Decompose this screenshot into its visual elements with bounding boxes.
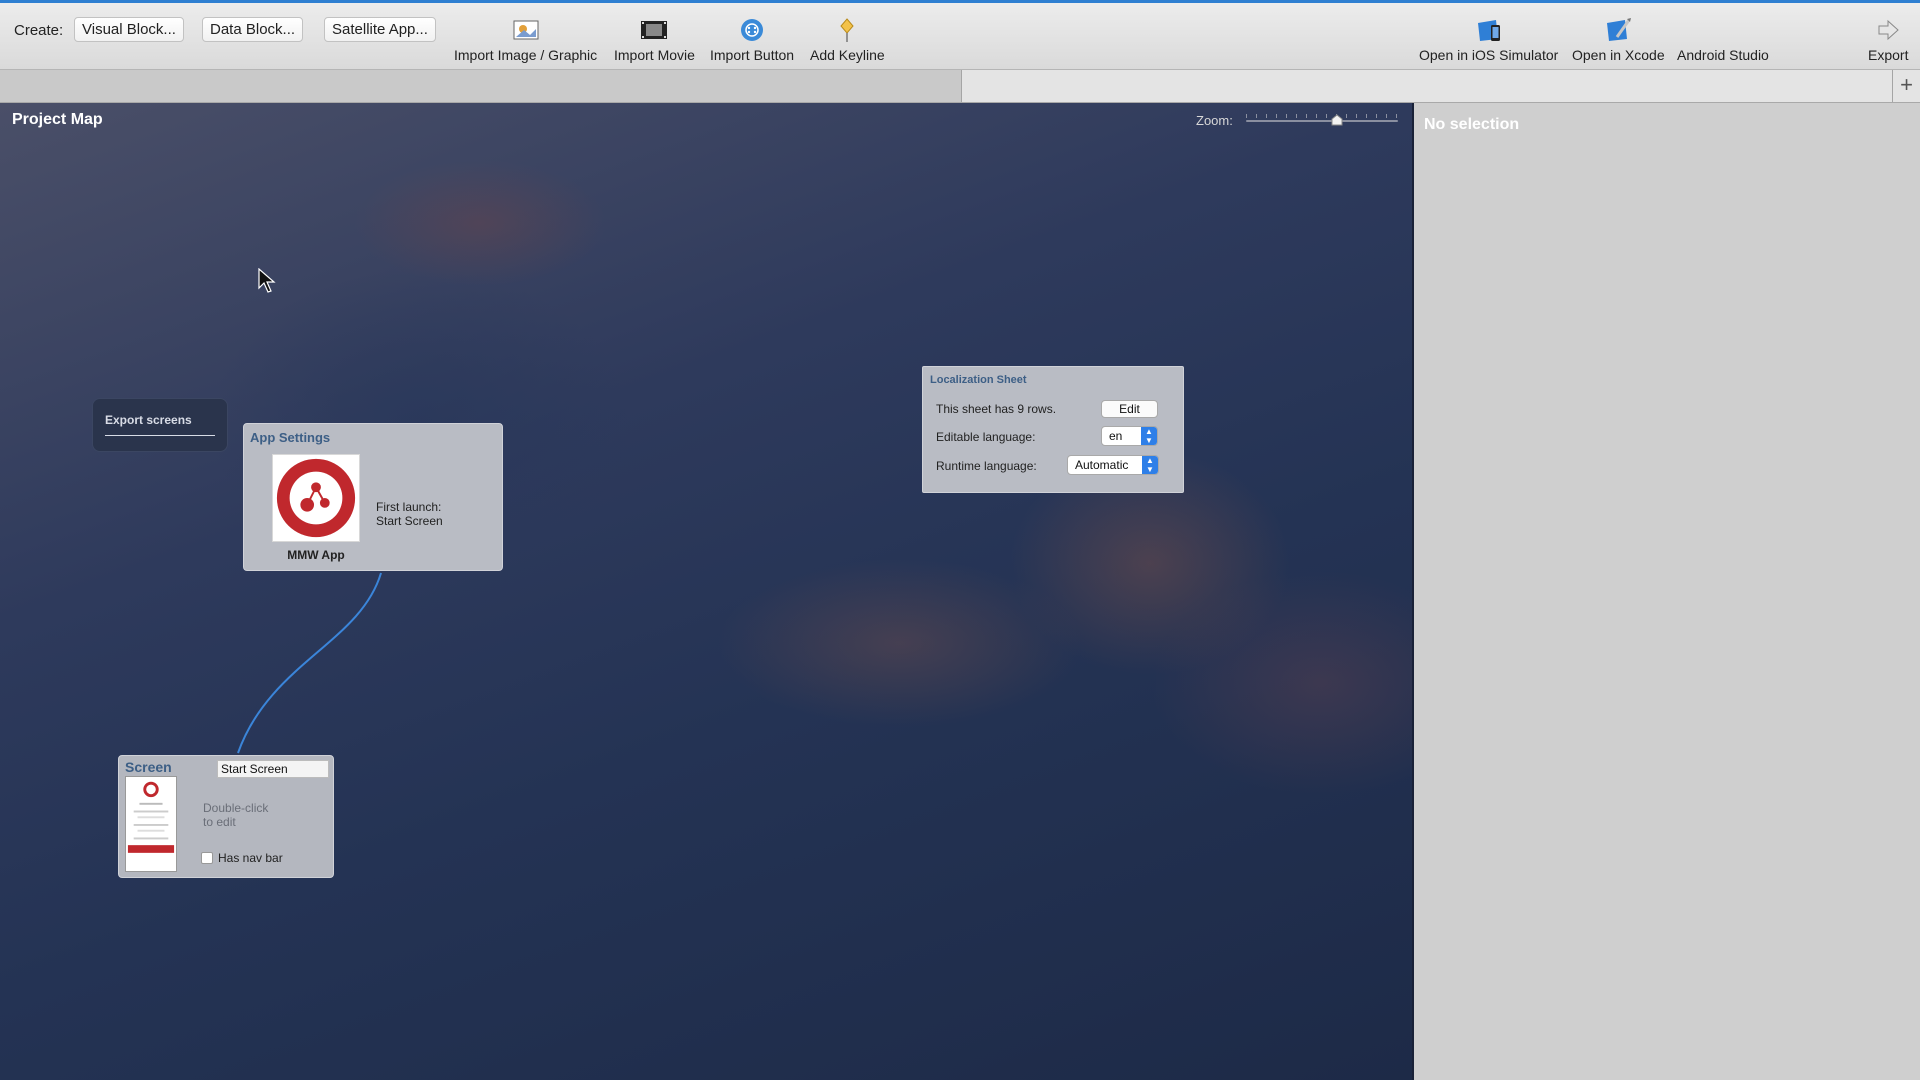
visual-block-button[interactable]: Visual Block...	[74, 17, 184, 42]
export-label: Export	[1868, 47, 1909, 63]
open-xcode-tool[interactable]: Open in Xcode	[1572, 17, 1665, 63]
connection-line	[237, 572, 382, 754]
xcode-icon	[1603, 17, 1633, 43]
data-block-button[interactable]: Data Block...	[202, 17, 304, 42]
image-icon	[511, 17, 541, 43]
localization-sheet-title: Localization Sheet	[930, 374, 1027, 386]
export-screens-title: Export screens	[105, 413, 192, 427]
open-ios-simulator-tool[interactable]: Open in iOS Simulator	[1419, 17, 1558, 63]
add-tab-button[interactable]: +	[1892, 70, 1920, 102]
editable-language-value: en	[1109, 429, 1123, 443]
import-movie-tool[interactable]: Import Movie	[614, 17, 695, 63]
mouse-cursor-icon	[258, 268, 276, 293]
import-image-tool[interactable]: Import Image / Graphic	[454, 17, 597, 63]
app-settings-title: App Settings	[250, 430, 331, 445]
screen-block-title: Screen	[125, 759, 172, 775]
toolbar: Create: Visual Block... Data Block... Sa…	[0, 0, 1920, 70]
editable-language-select[interactable]: en ▲ ▼	[1101, 426, 1158, 446]
sheet-rows-text: This sheet has 9 rows.	[936, 402, 1057, 416]
export-arrow-icon	[1873, 17, 1903, 43]
create-label: Create:	[14, 22, 64, 39]
screen-thumbnail[interactable]	[125, 776, 177, 872]
has-nav-bar-checkbox[interactable]	[201, 852, 213, 864]
has-nav-bar-label: Has nav bar	[218, 851, 283, 865]
screen-name-field[interactable]: Start Screen	[217, 760, 329, 778]
select-arrows-icon: ▲ ▼	[1141, 427, 1157, 445]
project-map-canvas[interactable]: Project Map Zoom: Export screens App Set…	[0, 103, 1412, 1080]
add-keyline-label: Add Keyline	[810, 47, 885, 63]
tab-empty[interactable]	[962, 70, 1892, 102]
select-arrows-icon: ▲ ▼	[1142, 456, 1158, 474]
android-studio-icon	[1708, 17, 1738, 43]
screen-hint-line1: Double-click	[203, 801, 269, 815]
inspector-title: No selection	[1424, 116, 1520, 133]
inspector-panel: No selection	[1412, 103, 1920, 1080]
app-name: MMW App	[287, 548, 345, 562]
add-keyline-tool[interactable]: Add Keyline	[810, 17, 885, 63]
button-icon	[737, 17, 767, 43]
screen-hint-line2: to edit	[203, 815, 236, 829]
screen-thumbnail-image	[127, 781, 175, 853]
export-tool[interactable]: Export	[1868, 17, 1908, 63]
film-icon	[639, 17, 669, 43]
first-launch-label: First launch:	[376, 500, 442, 514]
app-logo[interactable]	[272, 454, 360, 542]
keyline-icon	[832, 17, 862, 43]
open-xcode-label: Open in Xcode	[1572, 47, 1665, 63]
export-screens-divider	[105, 435, 215, 436]
app-settings-block[interactable]: App Settings MMW App First launch: Start…	[243, 423, 503, 571]
screen-block[interactable]: Screen Start Screen Double-click to edit…	[118, 755, 334, 878]
android-studio-tool[interactable]: Android Studio	[1677, 17, 1769, 63]
runtime-language-value: Automatic	[1075, 458, 1129, 472]
import-button-label: Import Button	[710, 47, 795, 63]
open-ios-simulator-label: Open in iOS Simulator	[1419, 47, 1559, 63]
tab-strip: +	[0, 70, 1920, 103]
android-studio-label: Android Studio	[1677, 47, 1769, 63]
app-logo-icon	[276, 458, 356, 538]
edit-sheet-button[interactable]: Edit	[1101, 400, 1158, 418]
import-image-label: Import Image / Graphic	[454, 47, 598, 63]
localization-sheet-block[interactable]: Localization Sheet This sheet has 9 rows…	[922, 366, 1184, 493]
import-movie-label: Import Movie	[614, 47, 695, 63]
runtime-language-label: Runtime language:	[936, 459, 1037, 473]
editable-language-label: Editable language:	[936, 430, 1036, 444]
runtime-language-select[interactable]: Automatic ▲ ▼	[1067, 455, 1159, 475]
satellite-app-button[interactable]: Satellite App...	[324, 17, 436, 42]
export-screens-block[interactable]: Export screens	[92, 398, 228, 452]
first-launch-value: Start Screen	[376, 514, 443, 528]
ios-simulator-icon	[1474, 17, 1504, 43]
tab-project-map[interactable]	[0, 70, 962, 102]
import-button-tool[interactable]: Import Button	[710, 17, 794, 63]
